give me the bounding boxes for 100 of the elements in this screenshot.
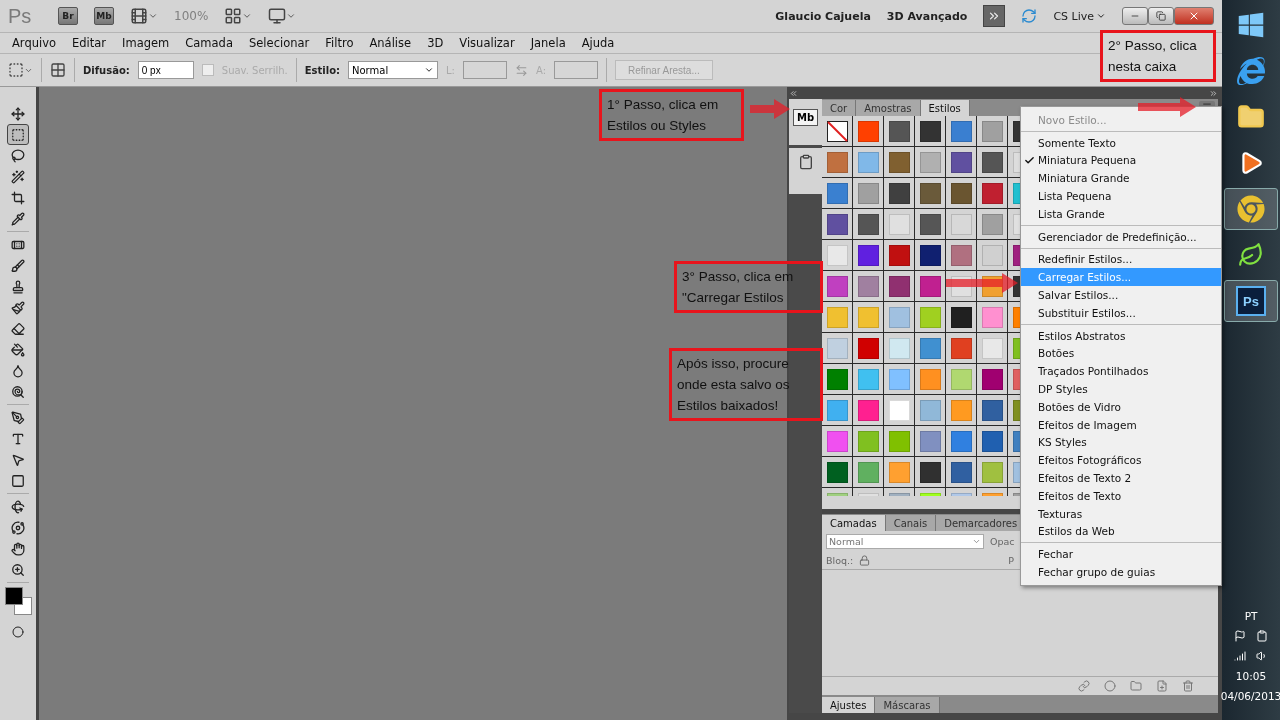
- style-swatch[interactable]: [826, 213, 848, 235]
- style-swatch[interactable]: [919, 461, 941, 483]
- height-field[interactable]: [554, 61, 598, 79]
- restore-button[interactable]: [1148, 7, 1174, 25]
- style-swatch[interactable]: [888, 275, 910, 297]
- menu-item[interactable]: Fechar: [1021, 545, 1221, 564]
- style-swatch[interactable]: [857, 120, 879, 142]
- expand-icon[interactable]: [1209, 88, 1218, 98]
- menu-item[interactable]: Camada: [177, 36, 241, 50]
- style-swatch[interactable]: [981, 182, 1003, 204]
- feather-field[interactable]: 0 px: [137, 61, 194, 79]
- style-swatch[interactable]: [857, 213, 879, 235]
- menu-item[interactable]: Lista Pequena: [1021, 187, 1221, 205]
- panel-tab[interactable]: Ajustes: [822, 697, 876, 713]
- color-swatches-drawing[interactable]: [5, 587, 32, 615]
- style-swatch[interactable]: [919, 430, 941, 452]
- style-swatch[interactable]: [950, 213, 972, 235]
- style-swatch[interactable]: [857, 275, 879, 297]
- style-swatch[interactable]: [857, 244, 879, 266]
- collapse-icon[interactable]: [789, 88, 798, 98]
- style-swatch[interactable]: [826, 368, 848, 390]
- link-icon[interactable]: [1078, 680, 1090, 692]
- caret-icon[interactable]: [1096, 11, 1106, 21]
- style-swatch[interactable]: [981, 461, 1003, 483]
- menu-item[interactable]: Janela: [522, 36, 574, 50]
- style-swatch[interactable]: [857, 337, 879, 359]
- style-swatch[interactable]: [826, 275, 848, 297]
- no-style-icon[interactable]: [826, 120, 848, 142]
- clock-date[interactable]: 04/06/2013: [1220, 690, 1280, 702]
- panel-icon-button[interactable]: Mb: [792, 109, 819, 126]
- history-icon[interactable]: [797, 154, 814, 170]
- trash-icon[interactable]: [1182, 680, 1194, 692]
- menu-item[interactable]: Editar: [64, 36, 115, 50]
- style-swatch[interactable]: [888, 120, 910, 142]
- style-swatch[interactable]: [919, 368, 941, 390]
- style-swatch[interactable]: [888, 399, 910, 421]
- style-swatch[interactable]: [826, 337, 848, 359]
- style-swatch[interactable]: [950, 120, 972, 142]
- menu-item[interactable]: Lista Grande: [1021, 205, 1221, 223]
- film-icon[interactable]: [130, 7, 158, 25]
- style-swatch[interactable]: [981, 399, 1003, 421]
- more-button[interactable]: [983, 5, 1006, 27]
- menu-item[interactable]: Somente Texto: [1021, 133, 1221, 152]
- menu-item[interactable]: Salvar Estilos...: [1021, 286, 1221, 304]
- screen-mode-icon[interactable]: [268, 7, 297, 25]
- style-swatch[interactable]: [981, 213, 1003, 235]
- style-swatch[interactable]: [919, 213, 941, 235]
- blend-mode-select[interactable]: Normal: [826, 534, 984, 549]
- menu-item[interactable]: Miniatura Pequena: [1021, 151, 1221, 170]
- dashed-square-icon[interactable]: [7, 124, 29, 145]
- style-swatch[interactable]: [950, 430, 972, 452]
- style-swatch[interactable]: [888, 306, 910, 328]
- menu-item[interactable]: 3D: [419, 36, 452, 50]
- style-swatch[interactable]: [888, 337, 910, 359]
- menu-item[interactable]: Selecionar: [241, 36, 318, 50]
- width-field[interactable]: [462, 61, 507, 79]
- style-swatch[interactable]: [981, 430, 1003, 452]
- style-swatch[interactable]: [981, 368, 1003, 390]
- style-swatch[interactable]: [950, 244, 972, 266]
- style-swatch[interactable]: [981, 337, 1003, 359]
- cs-live-menu[interactable]: CS Live: [1053, 9, 1094, 23]
- workspace-link[interactable]: 3D Avançado: [886, 9, 968, 23]
- menu-item[interactable]: Imagem: [114, 36, 178, 50]
- launcher-button[interactable]: Br: [58, 7, 78, 25]
- style-swatch[interactable]: [919, 337, 941, 359]
- style-swatch[interactable]: [919, 399, 941, 421]
- style-swatch[interactable]: [950, 151, 972, 173]
- menu-item[interactable]: Visualizar: [451, 36, 523, 50]
- menu-item[interactable]: Traçados Pontilhados: [1021, 362, 1221, 381]
- minimize-button[interactable]: [1122, 7, 1148, 25]
- style-swatch[interactable]: [826, 244, 848, 266]
- style-swatch[interactable]: [857, 430, 879, 452]
- workspace-link[interactable]: Glaucio Cajuela: [775, 9, 871, 23]
- panel-tab[interactable]: Máscaras: [875, 697, 940, 713]
- panel-tab[interactable]: Estilos: [920, 100, 970, 116]
- menu-item[interactable]: Fechar grupo de guias: [1021, 563, 1221, 581]
- style-swatch[interactable]: [857, 399, 879, 421]
- style-swatch[interactable]: [826, 430, 848, 452]
- panel-tab[interactable]: Amostras: [856, 100, 921, 116]
- style-swatch[interactable]: [919, 120, 941, 142]
- launcher-button[interactable]: Mb: [94, 7, 114, 25]
- panel-tab[interactable]: Camadas: [822, 515, 886, 531]
- signal-icon[interactable]: [1234, 650, 1246, 662]
- style-swatch[interactable]: [981, 244, 1003, 266]
- style-swatch[interactable]: [919, 244, 941, 266]
- style-swatch[interactable]: [919, 151, 941, 173]
- menu-item[interactable]: Filtro: [317, 36, 362, 50]
- style-swatch[interactable]: [981, 151, 1003, 173]
- style-swatch[interactable]: [857, 461, 879, 483]
- menu-item[interactable]: Efeitos de Imagem: [1021, 415, 1221, 434]
- panel-tab[interactable]: Cor: [822, 100, 857, 116]
- style-swatch[interactable]: [826, 399, 848, 421]
- clock-time[interactable]: 10:05: [1235, 670, 1267, 682]
- style-swatch[interactable]: [950, 461, 972, 483]
- marquee-preset-icon[interactable]: [8, 62, 33, 78]
- menu-item[interactable]: Estilos Abstratos: [1021, 326, 1221, 345]
- close-button[interactable]: [1174, 7, 1214, 25]
- speaker-icon[interactable]: [1256, 650, 1268, 662]
- style-swatch[interactable]: [857, 151, 879, 173]
- menu-item[interactable]: Substituir Estilos...: [1021, 303, 1221, 322]
